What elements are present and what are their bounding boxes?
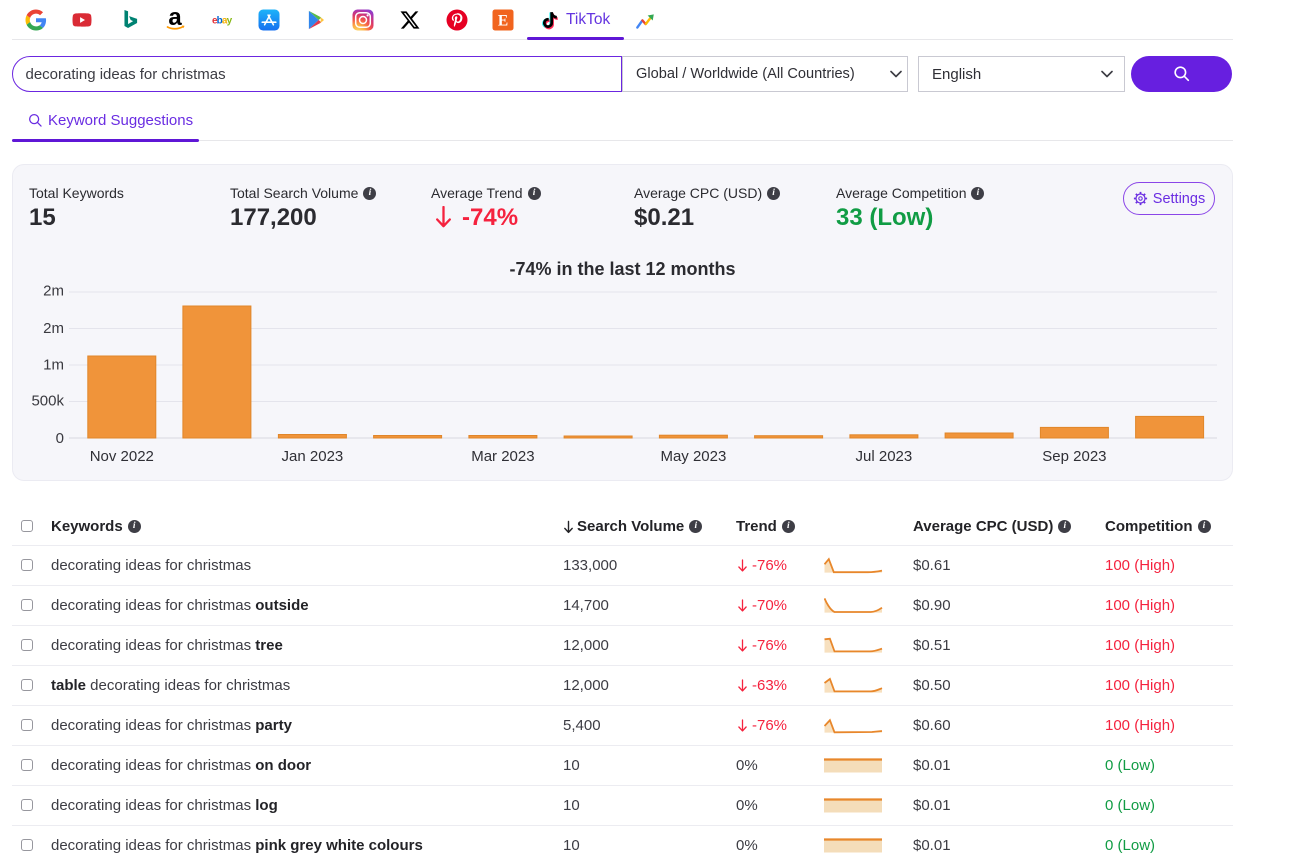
svg-text:E: E — [498, 13, 508, 30]
svg-text:500k: 500k — [31, 393, 64, 410]
svg-text:2m: 2m — [43, 283, 64, 300]
svg-text:May 2023: May 2023 — [660, 448, 726, 465]
svg-text:1m: 1m — [43, 357, 64, 374]
svg-text:Jan 2023: Jan 2023 — [282, 448, 344, 465]
svg-text:ebay: ebay — [212, 16, 233, 27]
svg-text:Mar 2023: Mar 2023 — [471, 448, 534, 465]
svg-text:Nov 2022: Nov 2022 — [90, 448, 154, 465]
svg-text:0: 0 — [56, 430, 64, 447]
svg-text:2m: 2m — [43, 320, 64, 337]
svg-text:Sep 2023: Sep 2023 — [1042, 448, 1106, 465]
svg-text:Jul 2023: Jul 2023 — [856, 448, 913, 465]
